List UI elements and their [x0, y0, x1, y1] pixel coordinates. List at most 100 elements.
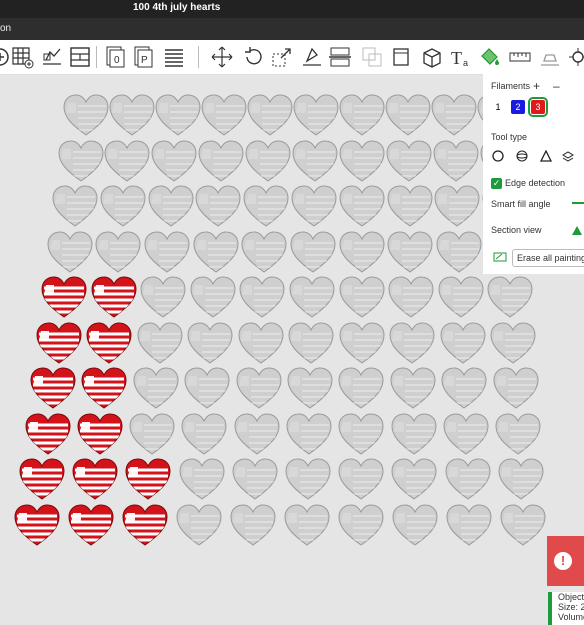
more-icon[interactable]	[566, 45, 584, 69]
edge-detection-checkbox[interactable]: ✓	[491, 178, 502, 189]
heart-model[interactable]	[384, 93, 432, 137]
heart-model[interactable]	[229, 503, 277, 547]
heart-model[interactable]	[439, 321, 487, 365]
heart-model[interactable]	[237, 321, 285, 365]
heart-model[interactable]	[108, 93, 156, 137]
painted-heart-model[interactable]	[124, 457, 172, 501]
scale-icon[interactable]	[270, 45, 294, 69]
cube-outline-icon[interactable]	[390, 45, 414, 69]
heart-model[interactable]	[489, 321, 537, 365]
heart-model[interactable]	[499, 503, 547, 547]
heart-model[interactable]	[94, 230, 142, 274]
heart-model[interactable]	[337, 366, 385, 410]
heart-model[interactable]	[99, 184, 147, 228]
heart-model[interactable]	[180, 412, 228, 456]
split-icon[interactable]	[328, 45, 352, 69]
heart-model[interactable]	[178, 457, 226, 501]
heart-model[interactable]	[238, 275, 286, 319]
painted-heart-model[interactable]	[90, 275, 138, 319]
heart-model[interactable]	[432, 139, 480, 183]
painted-heart-model[interactable]	[18, 457, 66, 501]
remove-filament-button[interactable]: –	[553, 79, 560, 93]
heart-model[interactable]	[51, 184, 99, 228]
move-icon[interactable]	[210, 45, 234, 69]
heart-model[interactable]	[200, 93, 248, 137]
arrange-icon[interactable]	[40, 45, 64, 69]
heart-model[interactable]	[391, 503, 439, 547]
smart-fill-slider[interactable]	[572, 202, 584, 204]
heart-model[interactable]	[132, 366, 180, 410]
heart-model[interactable]	[154, 93, 202, 137]
heart-model[interactable]	[235, 366, 283, 410]
heart-model[interactable]	[244, 139, 292, 183]
place-face-icon[interactable]	[300, 45, 324, 69]
heart-model[interactable]	[389, 366, 437, 410]
heart-model[interactable]	[486, 275, 534, 319]
heart-model[interactable]	[62, 93, 110, 137]
heart-model[interactable]	[288, 275, 336, 319]
heart-model[interactable]	[338, 321, 386, 365]
painted-heart-model[interactable]	[29, 366, 77, 410]
heart-model[interactable]	[494, 412, 542, 456]
heart-model[interactable]	[385, 139, 433, 183]
heart-model[interactable]	[286, 366, 334, 410]
heart-model[interactable]	[57, 139, 105, 183]
measure-icon[interactable]	[508, 45, 532, 69]
heart-model[interactable]	[197, 139, 245, 183]
heart-model[interactable]	[175, 503, 223, 547]
heart-model[interactable]	[240, 230, 288, 274]
heart-model[interactable]	[387, 275, 435, 319]
sphere-tool-icon[interactable]	[516, 150, 528, 162]
heart-model[interactable]	[284, 457, 332, 501]
painted-heart-model[interactable]	[13, 503, 61, 547]
painted-heart-model[interactable]	[80, 366, 128, 410]
add-filament-button[interactable]: +	[533, 79, 540, 93]
painted-heart-model[interactable]	[121, 503, 169, 547]
heart-model[interactable]	[292, 93, 340, 137]
heart-model[interactable]	[492, 366, 540, 410]
fill-tool-icon[interactable]	[562, 150, 574, 162]
painted-heart-model[interactable]	[85, 321, 133, 365]
heart-model[interactable]	[192, 230, 240, 274]
layout-icon[interactable]	[68, 45, 92, 69]
heart-model[interactable]	[437, 275, 485, 319]
heart-model[interactable]	[337, 412, 385, 456]
heart-model[interactable]	[242, 184, 290, 228]
rotate-icon[interactable]	[242, 45, 266, 69]
heart-model[interactable]	[435, 230, 483, 274]
heart-model[interactable]	[186, 321, 234, 365]
heart-model[interactable]	[338, 139, 386, 183]
plate-p-icon[interactable]: P	[132, 45, 156, 69]
assembly-icon[interactable]	[538, 45, 562, 69]
circle-tool-icon[interactable]	[492, 150, 504, 162]
heart-model[interactable]	[430, 93, 478, 137]
heart-model[interactable]	[183, 366, 231, 410]
painted-heart-model[interactable]	[35, 321, 83, 365]
heart-model[interactable]	[139, 275, 187, 319]
heart-model[interactable]	[338, 184, 386, 228]
paint-bucket-icon[interactable]	[478, 45, 502, 69]
section-view-slider[interactable]	[572, 226, 582, 235]
painted-heart-model[interactable]	[40, 275, 88, 319]
heart-model[interactable]	[285, 412, 333, 456]
heart-model[interactable]	[150, 139, 198, 183]
heart-model[interactable]	[103, 139, 151, 183]
heart-model[interactable]	[338, 230, 386, 274]
heart-model[interactable]	[143, 230, 191, 274]
heart-model[interactable]	[390, 457, 438, 501]
heart-model[interactable]	[287, 321, 335, 365]
filament-1[interactable]: 1	[491, 100, 505, 114]
heart-model[interactable]	[189, 275, 237, 319]
text-icon[interactable]: Ta	[450, 45, 474, 69]
triangle-tool-icon[interactable]	[539, 149, 553, 162]
cube-icon[interactable]	[420, 45, 444, 69]
heart-model[interactable]	[445, 503, 493, 547]
heart-model[interactable]	[290, 184, 338, 228]
heart-model[interactable]	[497, 457, 545, 501]
heart-model[interactable]	[390, 412, 438, 456]
heart-model[interactable]	[440, 366, 488, 410]
menu-item-partial[interactable]: on	[0, 23, 11, 34]
heart-model[interactable]	[194, 184, 242, 228]
heart-model[interactable]	[338, 93, 386, 137]
heart-model[interactable]	[337, 457, 385, 501]
